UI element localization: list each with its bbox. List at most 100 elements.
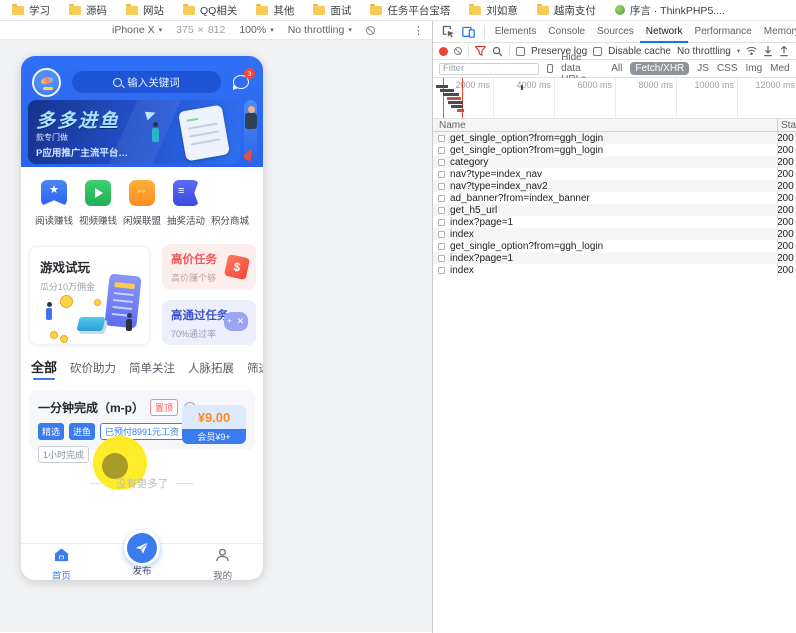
network-request-row[interactable]: nav?type=index_nav 200	[433, 168, 796, 180]
banner-next-slide[interactable]	[244, 100, 257, 164]
search-icon[interactable]	[492, 46, 503, 57]
high-price-task-card[interactable]: 高价任务 高价赚个够 $	[162, 244, 256, 290]
column-divider[interactable]	[777, 132, 778, 276]
bookmark-folder[interactable]: 面试	[313, 3, 351, 18]
app-logo[interactable]	[32, 67, 61, 97]
bookmark-folder[interactable]: QQ相关	[183, 3, 237, 18]
filter-input[interactable]	[439, 62, 539, 75]
game-trial-card[interactable]: 游戏试玩 瓜分10万佣金	[29, 246, 150, 345]
folder-icon	[69, 3, 81, 15]
category-tab[interactable]: 人脉拓展	[188, 360, 234, 382]
bookmark-folder[interactable]: 其他	[256, 3, 294, 18]
network-conditions-icon[interactable]	[746, 46, 757, 56]
devtools-tab[interactable]: Console	[542, 21, 591, 43]
network-request-row[interactable]: ad_banner?from=index_banner 200	[433, 192, 796, 204]
inspect-element-icon[interactable]	[442, 25, 455, 38]
network-request-row[interactable]: category 200	[433, 156, 796, 168]
bookmark-folder[interactable]: 任务平台宝塔	[370, 3, 450, 18]
network-request-row[interactable]: get_single_option?from=ggh_login 200	[433, 240, 796, 252]
bookmark-folder[interactable]: 源码	[69, 3, 107, 18]
nav-item-games[interactable]: 闲娱联盟	[121, 176, 163, 236]
disable-cache-label: Disable cache	[608, 45, 671, 57]
tab-publish[interactable]: 发布	[102, 530, 183, 580]
timeline-tick-label: 12000 ms	[738, 78, 796, 118]
network-request-row[interactable]: index 200	[433, 228, 796, 240]
column-status[interactable]: Status	[777, 118, 796, 132]
clear-icon[interactable]	[454, 47, 462, 55]
chevron-down-icon: ▾	[736, 48, 741, 55]
request-type-filter[interactable]: Img	[746, 63, 763, 74]
category-tab[interactable]: 简单关注	[129, 360, 175, 382]
task-list-item[interactable]: 一分钟完成（m-p） 置顶 ! 精选进鱼 已预付8991元工资 1小时完成	[29, 390, 255, 463]
devtools-tab[interactable]: Memory	[758, 21, 796, 43]
bookmark-folder[interactable]: 学习	[12, 3, 50, 18]
rotate-disabled-icon[interactable]	[365, 25, 375, 35]
bookmarks-bar: 学习 源码 网站 QQ相关 其他 面试 任务平台宝塔 刘如意 越南支付 序言 ·…	[0, 0, 796, 21]
banner-carousel: 多多进鱼 款专门做 P应用推广主流平台…	[28, 100, 257, 164]
nav-item-points-mall[interactable]: 积分商城	[209, 176, 251, 236]
banner-slide[interactable]: 多多进鱼 款专门做 P应用推广主流平台…	[28, 100, 240, 164]
network-request-row[interactable]: get_h5_url 200	[433, 204, 796, 216]
column-name[interactable]: Name	[433, 120, 777, 131]
request-type-filter[interactable]: JS	[697, 63, 709, 74]
network-request-row[interactable]: nav?type=index_nav2 200	[433, 180, 796, 192]
folder-icon	[370, 3, 383, 15]
nav-item-lottery[interactable]: 抽奖活动	[165, 176, 207, 236]
category-tab[interactable]: 全部	[31, 357, 57, 382]
more-options-icon[interactable]: ⋮	[413, 24, 432, 37]
publish-button[interactable]	[124, 530, 160, 566]
filter-funnel-icon[interactable]	[475, 46, 486, 56]
bookmark-folder[interactable]: 刘如意	[469, 3, 518, 18]
device-select[interactable]: iPhone X ▾	[112, 24, 162, 36]
request-name: index	[450, 264, 474, 276]
request-type-filter[interactable]: Fetch/XHR	[630, 62, 690, 75]
devtools-tab[interactable]: Elements	[489, 21, 543, 43]
tab-home[interactable]: 首页	[21, 544, 102, 580]
bookmark-folder[interactable]: 越南支付	[536, 3, 596, 18]
throttling-select[interactable]: No throttling ▾	[288, 24, 352, 36]
filter-dropdown[interactable]: 筛选 ▾	[247, 360, 263, 382]
phone-illustration	[104, 273, 142, 329]
record-icon[interactable]	[439, 46, 448, 56]
banner-line1: 款专门做	[36, 133, 68, 142]
bookmark-label: 任务平台宝塔	[387, 4, 451, 17]
messages-button[interactable]: 3	[232, 68, 255, 92]
devtools-tab[interactable]: Network	[640, 21, 689, 43]
bookmark-page[interactable]: 序言 · ThinkPHP5....	[614, 3, 725, 18]
device-toolbar-icon[interactable]	[462, 25, 475, 38]
search-input[interactable]: 输入关键词	[72, 71, 221, 93]
network-request-row[interactable]: get_single_option?from=ggh_login 200	[433, 144, 796, 156]
request-name: ad_banner?from=index_banner	[450, 192, 590, 204]
network-request-row[interactable]: index?page=1 200	[433, 252, 796, 264]
network-request-row[interactable]: index?page=1 200	[433, 216, 796, 228]
request-checkbox-icon	[438, 170, 445, 178]
preserve-log-checkbox[interactable]	[516, 46, 525, 56]
banner-line2: P应用推广主流平台…	[36, 148, 128, 159]
request-checkbox-icon	[438, 206, 445, 214]
network-request-row[interactable]: index 200	[433, 264, 796, 276]
folder-icon	[313, 3, 326, 15]
devtools-tab[interactable]: Performance	[688, 21, 757, 43]
request-type-filter[interactable]: Media	[770, 63, 790, 74]
viewport-height-field[interactable]: 812	[208, 24, 226, 36]
bookmark-folder[interactable]: 网站	[126, 3, 164, 18]
viewport-width-field[interactable]: 375	[176, 24, 194, 36]
zoom-select[interactable]: 100% ▾	[239, 24, 273, 36]
nav-item-video[interactable]: 视频赚钱	[77, 176, 119, 236]
export-har-icon[interactable]	[779, 45, 789, 57]
category-tab[interactable]: 砍价助力	[70, 360, 116, 382]
request-type-filter[interactable]: CSS	[717, 63, 738, 74]
task-price: ¥9.00 会员¥9+	[182, 405, 246, 444]
request-name: get_single_option?from=ggh_login	[450, 132, 604, 144]
high-pass-task-card[interactable]: 高通过任务 70%通过率 + ✕	[162, 300, 256, 345]
nav-item-reading[interactable]: 阅读赚钱	[33, 176, 75, 236]
network-overview[interactable]: 2000 ms 4000 ms 6000 ms 8000 ms 10000 ms 1200…	[433, 78, 796, 119]
request-checkbox-icon	[438, 182, 445, 190]
request-type-filter[interactable]: All	[611, 63, 622, 74]
tab-mine[interactable]: 我的	[182, 544, 263, 580]
hide-data-urls-checkbox[interactable]	[547, 64, 554, 73]
network-request-row[interactable]: get_single_option?from=ggh_login 200	[433, 132, 796, 144]
throttling-dropdown[interactable]: No throttling	[677, 46, 731, 57]
devtools-tab[interactable]: Sources	[591, 21, 640, 43]
import-har-icon[interactable]	[763, 45, 773, 57]
